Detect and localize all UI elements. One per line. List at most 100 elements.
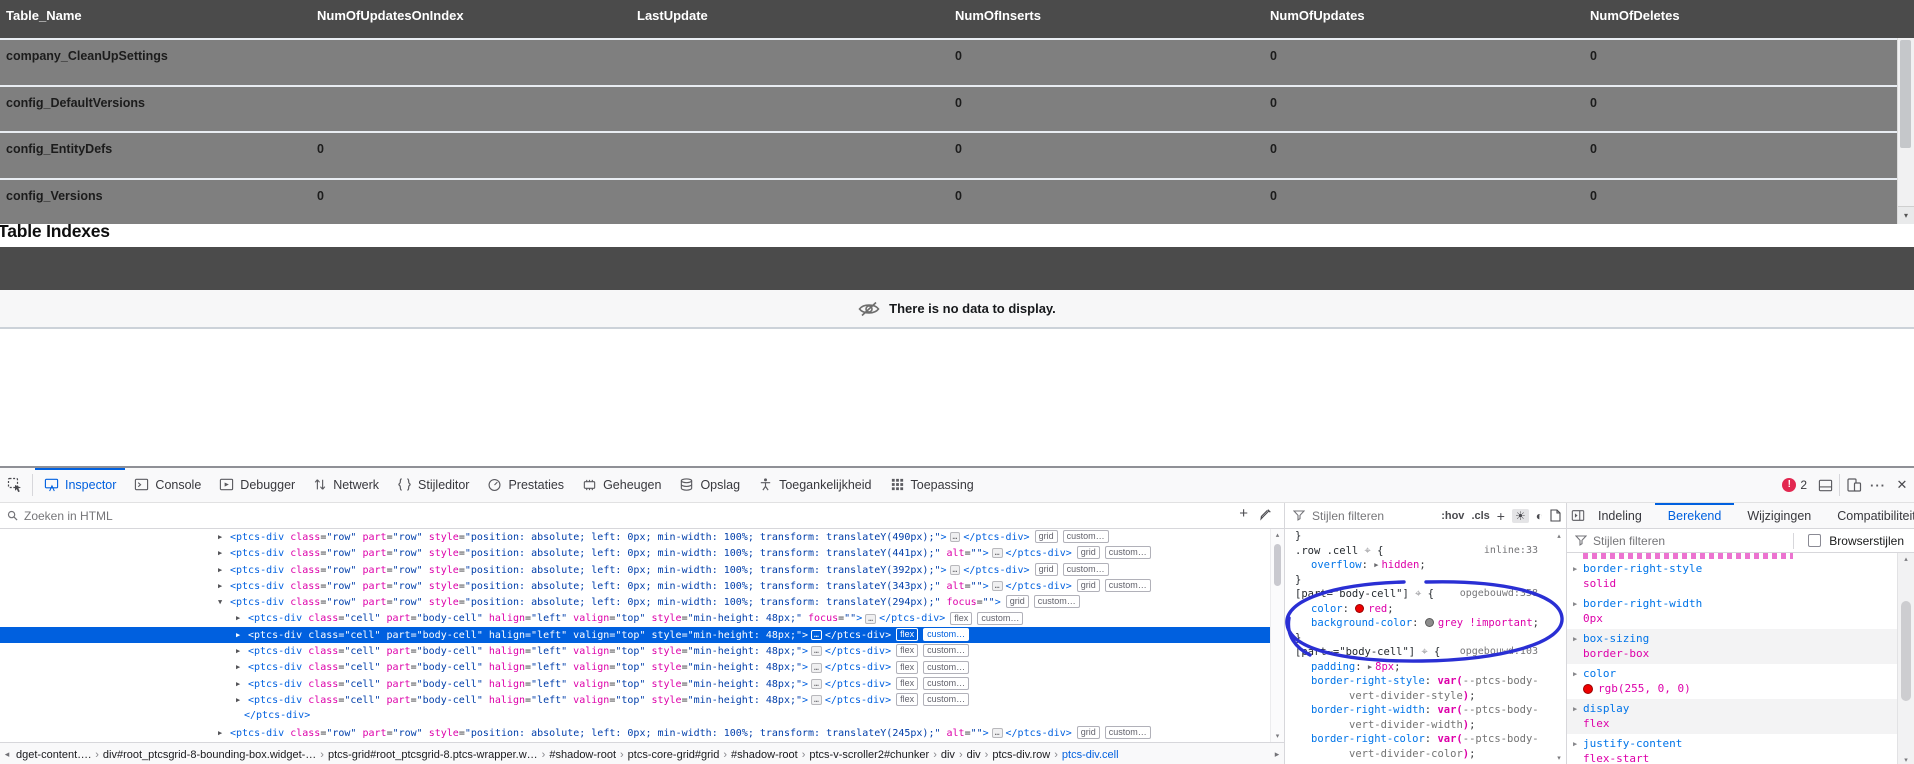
expand-arrow-icon[interactable]: ▶ (1573, 702, 1577, 717)
computed-property-name[interactable]: ▶ color (1573, 666, 1896, 681)
custom-badge[interactable]: custom… (923, 676, 970, 690)
expand-arrow-icon[interactable]: ▶ (1573, 667, 1577, 682)
inline-ellipsis[interactable]: … (811, 695, 822, 706)
markup-scrollbar[interactable]: ▴ ▾ (1270, 529, 1284, 742)
table-scrollbar-thumb[interactable] (1900, 40, 1911, 148)
scroll-up-icon[interactable]: ▴ (1271, 531, 1284, 539)
close-devtools-icon[interactable]: ✕ (1890, 470, 1914, 500)
tab-stijleditor[interactable]: Stijleditor (388, 468, 478, 502)
markup-line[interactable]: ▼ <ptcs-div class="row" part="row" style=… (0, 594, 1270, 610)
pseudo-class-toggle[interactable]: :hov (1441, 510, 1464, 522)
computed-property[interactable]: ▶ display flex (1567, 699, 1914, 734)
expand-arrow-icon[interactable]: ▶ (236, 627, 248, 643)
breadcrumb-item[interactable]: #shadow-root (729, 749, 800, 761)
expand-arrow-icon[interactable]: ▼ (218, 594, 230, 610)
grid-badge[interactable]: grid (1005, 595, 1029, 609)
markup-line[interactable]: ▶ <ptcs-div class="cell" part="body-cell"… (0, 643, 1270, 659)
red-color-swatch[interactable] (1355, 603, 1365, 613)
scroll-down-icon[interactable]: ▾ (1898, 756, 1914, 764)
markup-line[interactable]: ▶ <ptcs-div class="cell" part="body-cell"… (0, 610, 1270, 626)
grid-badge[interactable]: grid (1076, 546, 1100, 560)
breadcrumb-item[interactable]: div#root_ptcsgrid-8-bounding-box.widget-… (101, 749, 318, 761)
eyedropper-icon[interactable] (1259, 508, 1272, 521)
custom-badge[interactable]: custom… (923, 644, 970, 658)
inline-ellipsis[interactable]: … (991, 548, 1003, 559)
inline-ellipsis[interactable]: … (865, 613, 877, 624)
table-row[interactable]: config_Versions 0 0 0 0 (0, 177, 1914, 224)
custom-badge[interactable]: custom… (923, 627, 970, 641)
rules-filter-input[interactable]: Stijlen filteren (1312, 509, 1434, 523)
rule-source-link[interactable]: opgebouwd:103 (1460, 645, 1538, 660)
sidebar-toggle-icon[interactable] (1571, 509, 1585, 522)
flex-badge[interactable]: flex (896, 660, 919, 674)
scroll-up-icon[interactable]: ▴ (1898, 555, 1914, 563)
markup-line[interactable]: ▶ <ptcs-div class="row" part="row" style=… (0, 562, 1270, 578)
sidebar-tab-wijzigingen[interactable]: Wijzigingen (1734, 503, 1824, 528)
markup-line[interactable]: ▶ <ptcs-div class="cell" part="body-cell"… (0, 692, 1270, 708)
breadcrumb-item[interactable]: ptcs-div.row (990, 749, 1052, 761)
custom-badge[interactable]: custom… (1104, 725, 1151, 739)
flex-badge[interactable]: flex (896, 644, 919, 658)
computed-scrollbar-thumb[interactable] (1901, 601, 1911, 701)
inline-ellipsis[interactable]: … (991, 581, 1003, 592)
markup-line[interactable]: ▶ <ptcs-div class="row" part="row" style=… (0, 725, 1270, 741)
markup-line-selected[interactable]: ▶ <ptcs-div class="cell" part="body-cell"… (0, 626, 1270, 644)
css-property-name[interactable]: background-color (1311, 617, 1412, 629)
tab-prestaties[interactable]: Prestaties (478, 468, 573, 502)
rules-scroll-up-icon[interactable]: ▴ (1552, 532, 1566, 540)
error-count-badge[interactable]: ! 2 (1782, 478, 1807, 492)
breadcrumb-item[interactable]: #shadow-root (547, 749, 618, 761)
light-theme-icon[interactable]: ☀ (1511, 508, 1529, 523)
tab-toepassing[interactable]: Toepassing (881, 468, 983, 502)
breadcrumb-item[interactable]: dget-content…. (14, 749, 93, 761)
add-rule-button[interactable]: + (1497, 508, 1505, 524)
tab-netwerk[interactable]: Netwerk (304, 468, 388, 502)
class-toggle[interactable]: .cls (1471, 510, 1489, 522)
flex-badge[interactable]: flex (896, 676, 919, 690)
tab-opslag[interactable]: Opslag (670, 468, 749, 502)
sidebar-tab-berekend[interactable]: Berekend (1654, 503, 1735, 528)
rule-line[interactable]: overflow: ▶ hidden; (1285, 558, 1552, 573)
expand-arrow-icon[interactable]: ▶ (218, 562, 230, 578)
expand-arrow-icon[interactable]: ▶ (218, 545, 230, 561)
computed-filter-bar[interactable]: Stijlen filteren Browserstijlen (1567, 529, 1914, 553)
computed-property[interactable]: ▶ border-right-width 0px (1567, 594, 1914, 629)
custom-badge[interactable]: custom… (1104, 546, 1151, 560)
custom-badge[interactable]: custom… (923, 660, 970, 674)
inline-ellipsis[interactable]: … (811, 646, 822, 657)
sidebar-tab-indeling[interactable]: Indeling (1585, 503, 1655, 528)
expand-arrow-icon[interactable]: ▶ (1573, 562, 1577, 577)
custom-badge[interactable]: custom… (1033, 595, 1080, 609)
scroll-down-icon[interactable]: ▾ (1271, 732, 1284, 740)
computed-scrollbar[interactable]: ▴ ▾ (1897, 553, 1914, 764)
markup-line[interactable]: ▶ <ptcs-div class="row" part="row" style=… (0, 578, 1270, 594)
inline-ellipsis[interactable]: … (949, 564, 961, 575)
sidebar-tab-compatibiliteit[interactable]: Compatibiliteit (1824, 503, 1914, 528)
rule-source-link[interactable]: inline:33 (1484, 544, 1538, 559)
expand-arrow-icon[interactable]: ▶ (236, 692, 248, 708)
rule-line[interactable]: background-color: grey !important; (1285, 616, 1552, 631)
rule-line[interactable]: vert-divider-color); (1285, 747, 1552, 762)
expand-arrow-icon[interactable]: ▶ (236, 643, 248, 659)
rule-line[interactable]: border-right-style: var(--ptcs-body- (1285, 674, 1552, 689)
flex-badge[interactable]: flex (896, 693, 919, 707)
expand-arrow-icon[interactable]: ▶ (236, 610, 248, 626)
grid-badge[interactable]: grid (1034, 562, 1058, 576)
computed-property-name[interactable]: ▶ display (1573, 701, 1896, 716)
tab-console[interactable]: Console (125, 468, 210, 502)
css-property-value[interactable]: hidden (1381, 559, 1419, 571)
expand-arrow-icon[interactable]: ▶ (218, 725, 230, 741)
css-property-name[interactable]: color (1311, 603, 1343, 615)
rule-line[interactable]: vert-divider-width); (1285, 718, 1552, 733)
computed-property-name[interactable]: ▶ box-sizing (1573, 631, 1896, 646)
breadcrumb-item[interactable]: div (939, 749, 957, 761)
markup-scrollbar-thumb[interactable] (1274, 544, 1281, 586)
rule-line[interactable]: padding: ▶ 8px; (1285, 660, 1552, 675)
inline-ellipsis[interactable]: … (949, 532, 961, 543)
inline-ellipsis[interactable]: … (991, 727, 1003, 738)
search-input[interactable]: Zoeken in HTML (24, 509, 113, 523)
css-property-value[interactable]: red (1368, 603, 1387, 615)
rule-line[interactable]: border-right-width: var(--ptcs-body- (1285, 703, 1552, 718)
tab-inspector[interactable]: Inspector (35, 467, 126, 502)
expand-arrow-icon[interactable]: ▶ (218, 578, 230, 594)
